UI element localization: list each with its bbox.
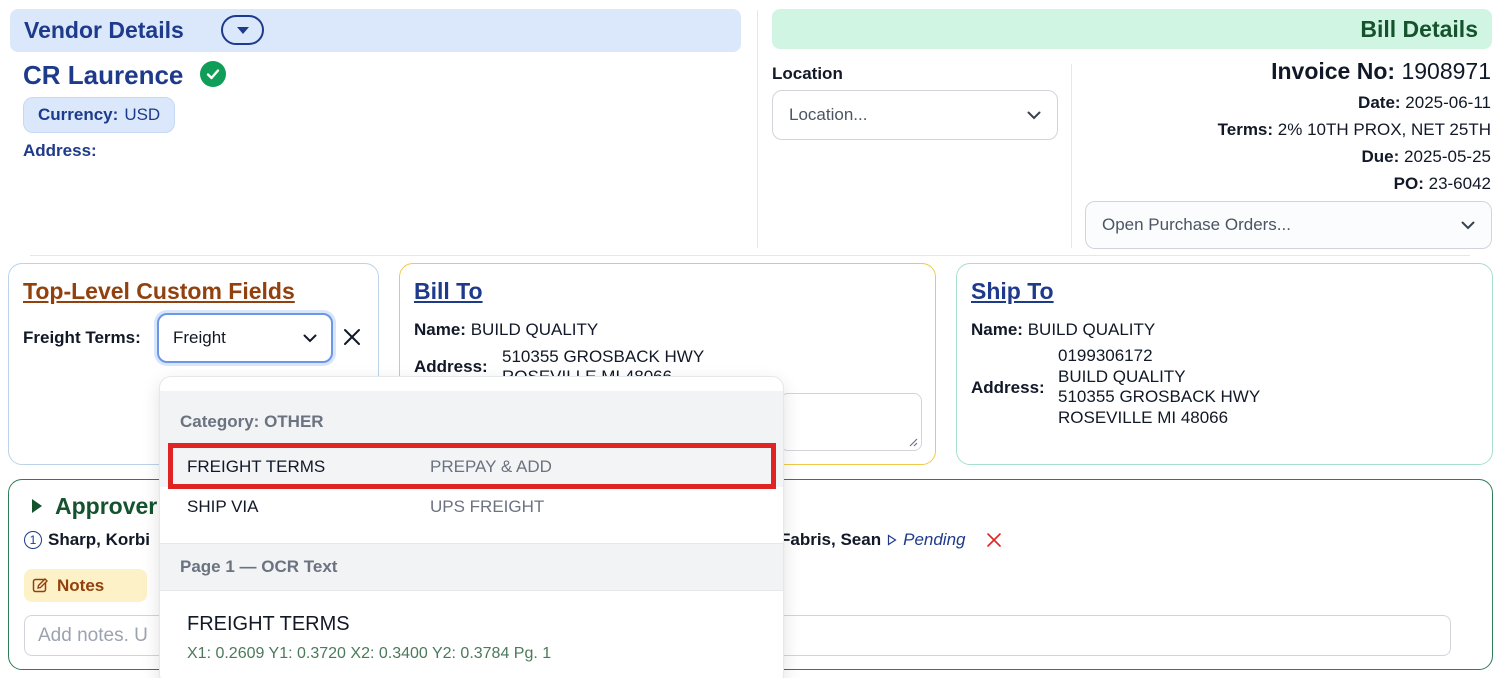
due-value: 2025-05-25 [1404, 147, 1491, 166]
freight-terms-label-text: Freight Terms: [23, 328, 141, 347]
highlight-box [168, 443, 776, 489]
bill-to-address-label: Address: [414, 357, 488, 377]
currency-value: USD [124, 105, 161, 124]
ocr-text-option[interactable]: FREIGHT TERMS [187, 613, 350, 636]
invoice-due: Due: 2025-05-25 [1362, 147, 1491, 167]
bill-details-title: Bill Details [1360, 16, 1478, 42]
bill-to-name-row: Name: BUILD QUALITY [414, 320, 598, 340]
vendor-name: CR Laurence [23, 60, 184, 90]
chevron-down-icon [1027, 111, 1041, 119]
vendor-collapse-toggle[interactable] [221, 15, 264, 45]
location-label: Location [772, 64, 843, 83]
bill-to-address-label-text: Address: [414, 357, 488, 376]
expand-approvers-toggle[interactable] [31, 498, 43, 519]
vendor-address-label: Address: [23, 141, 97, 160]
invoice-value: 1908971 [1401, 58, 1491, 84]
ship-to-title[interactable]: Ship To [971, 278, 1054, 305]
ship-to-address-line: ROSEVILLE MI 48066 [1058, 407, 1229, 427]
notes-placeholder: Add notes. U [38, 624, 148, 646]
option-key: SHIP VIA [187, 497, 259, 516]
approver-status: Pending [903, 530, 966, 549]
caret-right-icon [32, 499, 42, 513]
ship-to-name-value: BUILD QUALITY [1027, 320, 1156, 339]
bill-to-name-value: BUILD QUALITY [470, 320, 599, 339]
chevron-down-icon [303, 334, 317, 342]
ship-to-address-value: 0199306172 BUILD QUALITY 510355 GROSBACK… [1058, 346, 1260, 428]
notes-label: Notes [57, 575, 105, 595]
edit-note-icon [32, 578, 48, 593]
due-label: Due: [1361, 147, 1400, 166]
ship-to-address-line: 0199306172 [1058, 346, 1153, 365]
horizontal-divider [30, 255, 1470, 256]
ship-to-name-row: Name: BUILD QUALITY [971, 320, 1155, 340]
freight-terms-dropdown-menu: Category: OTHER FREIGHT TERMS PREPAY & A… [159, 376, 784, 678]
freight-terms-label: Freight Terms: [23, 328, 141, 348]
bill-to-title[interactable]: Bill To [414, 278, 483, 305]
ship-to-address-label-text: Address: [971, 378, 1045, 397]
approver-first: 1 Sharp, Korbi [24, 530, 150, 550]
approver-second: Fabris, Sean Pending [780, 530, 1002, 550]
close-icon [986, 533, 1001, 547]
option-value: UPS FREIGHT [430, 497, 545, 516]
terms-label: Terms: [1217, 120, 1274, 139]
approver-order-badge: 1 [24, 531, 42, 549]
section-divider [757, 10, 758, 248]
chevron-down-icon [1461, 221, 1475, 229]
date-label: Date: [1358, 93, 1401, 112]
date-value: 2025-06-11 [1405, 93, 1491, 112]
play-outline-icon [888, 534, 897, 546]
po-value: 23-6042 [1428, 174, 1491, 193]
ship-to-address-label: Address: [971, 378, 1045, 398]
verified-check-icon [200, 61, 226, 87]
freight-terms-select[interactable]: Freight [157, 313, 333, 363]
remove-approver-button[interactable] [986, 532, 1002, 548]
approvers-title: Approver [55, 493, 158, 519]
vendor-details-title: Vendor Details [24, 17, 184, 43]
bill-details-header: Bill Details [772, 9, 1492, 49]
currency-badge: Currency: USD [23, 97, 176, 133]
bill-to-name-label: Name: [414, 320, 466, 339]
open-purchase-orders-select[interactable]: Open Purchase Orders... [1085, 201, 1492, 249]
resize-handle-icon [909, 438, 918, 447]
ship-to-address-line: 510355 GROSBACK HWY [1058, 387, 1261, 406]
currency-label: Currency: [38, 105, 119, 124]
close-icon [344, 329, 360, 345]
invoice-terms: Terms: 2% 10TH PROX, NET 25TH [1218, 120, 1491, 140]
location-placeholder: Location... [789, 105, 868, 124]
section-divider [1071, 64, 1072, 248]
invoice-number: Invoice No: 1908971 [1271, 58, 1491, 85]
bill-to-address-line: 510355 GROSBACK HWY [502, 347, 705, 366]
ship-to-address-line: BUILD QUALITY [1058, 366, 1186, 386]
notes-button[interactable]: Notes [24, 569, 147, 602]
clear-freight-terms-button[interactable] [341, 326, 363, 348]
approver-second-name: Fabris, Sean [780, 530, 882, 549]
vendor-details-header: Vendor Details [10, 9, 741, 52]
invoice-po: PO: 23-6042 [1394, 174, 1491, 194]
freight-terms-value: Freight [173, 328, 226, 347]
location-select[interactable]: Location... [772, 90, 1058, 140]
caret-down-icon [236, 26, 249, 34]
approver-first-name: Sharp, Korbi [48, 530, 151, 549]
po-label: PO: [1393, 174, 1424, 193]
dropdown-page-header: Page 1 — OCR Text [160, 543, 783, 591]
bill-to-textarea[interactable] [780, 393, 922, 451]
dropdown-option-ship-via[interactable]: SHIP VIA UPS FREIGHT [160, 487, 783, 527]
invoice-label: Invoice No: [1271, 58, 1396, 84]
custom-fields-title[interactable]: Top-Level Custom Fields [23, 278, 295, 305]
ocr-coordinates: X1: 0.2609 Y1: 0.3720 X2: 0.3400 Y2: 0.3… [187, 645, 552, 662]
ship-to-name-label: Name: [971, 320, 1023, 339]
terms-value: 2% 10TH PROX, NET 25TH [1277, 120, 1491, 139]
po-select-placeholder: Open Purchase Orders... [1102, 215, 1291, 234]
invoice-date: Date: 2025-06-11 [1358, 93, 1491, 113]
